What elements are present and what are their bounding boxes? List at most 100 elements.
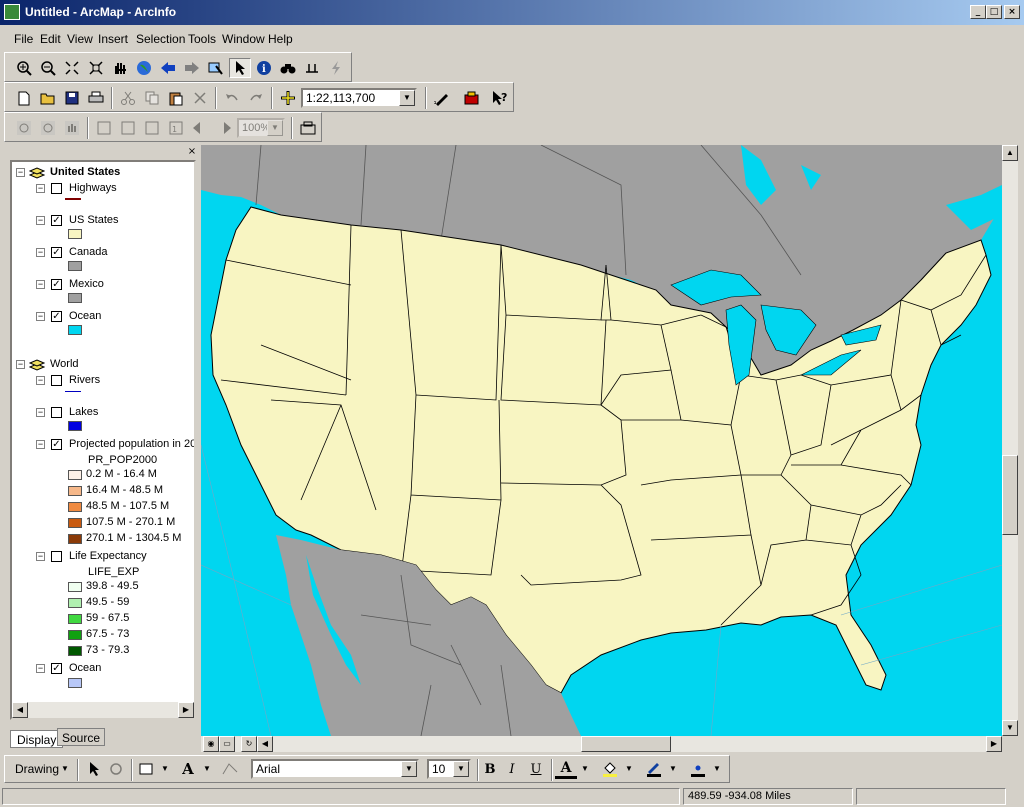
chevron-down-icon[interactable]: ▼	[61, 764, 69, 773]
layout-fixed-zoom-in-icon[interactable]	[93, 118, 115, 138]
scroll-right-icon[interactable]: ▶	[178, 702, 194, 718]
mexico-symbol[interactable]	[68, 293, 82, 303]
pop-class-swatch[interactable]	[68, 486, 82, 496]
back-arrow-icon[interactable]	[157, 58, 179, 78]
cut-scissors-icon[interactable]	[117, 88, 139, 108]
copy-icon[interactable]	[141, 88, 163, 108]
full-extent-globe-icon[interactable]	[133, 58, 155, 78]
menu-window[interactable]: Window	[222, 32, 265, 46]
open-folder-icon[interactable]	[37, 88, 59, 108]
layer-lakes[interactable]: Lakes	[69, 406, 98, 418]
italic-button[interactable]: I	[501, 759, 523, 779]
life-class-swatch[interactable]	[68, 582, 82, 592]
hyperlink-lightning-icon[interactable]	[325, 58, 347, 78]
marker-color-icon[interactable]	[687, 759, 709, 779]
rectangle-icon[interactable]	[135, 759, 157, 779]
identify-icon[interactable]: i	[253, 58, 275, 78]
tab-source[interactable]: Source	[57, 728, 106, 746]
layer-rivers[interactable]: Rivers	[69, 374, 100, 386]
layer-highways[interactable]: Highways	[69, 182, 117, 194]
layer-checkbox-us-states[interactable]: ✓	[51, 215, 62, 226]
layer-checkbox-rivers[interactable]	[51, 375, 62, 386]
collapse-icon[interactable]: −	[36, 216, 45, 225]
layer-life-expectancy[interactable]: Life Expectancy	[69, 550, 147, 562]
life-class-swatch[interactable]	[68, 598, 82, 608]
redo-icon[interactable]	[245, 88, 267, 108]
minimize-button[interactable]: _	[970, 5, 986, 19]
pop-class-swatch[interactable]	[68, 502, 82, 512]
life-class-swatch[interactable]	[68, 646, 82, 656]
menu-help[interactable]: Help	[268, 32, 293, 46]
fill-color-icon[interactable]	[599, 759, 621, 779]
chevron-down-icon[interactable]: ▼	[399, 90, 415, 106]
chevron-down-icon[interactable]: ▼	[453, 761, 469, 777]
fixed-zoom-in-icon[interactable]	[61, 58, 83, 78]
us-states-symbol[interactable]	[68, 229, 82, 239]
text-tool-icon[interactable]: A	[177, 759, 199, 779]
layout-zoom-in-icon[interactable]	[13, 118, 35, 138]
map-hscroll[interactable]: ◉ ▭ ↻ ◀ ▶	[201, 736, 1002, 752]
canada-symbol[interactable]	[68, 261, 82, 271]
ocean-us-symbol[interactable]	[68, 325, 82, 335]
drawing-menu[interactable]: Drawing	[15, 762, 59, 776]
print-icon[interactable]	[85, 88, 107, 108]
map-scale-combo[interactable]: 1:22,113,700 ▼	[301, 88, 417, 108]
rivers-symbol[interactable]	[65, 391, 81, 392]
menu-selection[interactable]: Selection	[136, 32, 185, 46]
menu-insert[interactable]: Insert	[98, 32, 128, 46]
life-class-swatch[interactable]	[68, 614, 82, 624]
zoom-in-icon[interactable]	[13, 58, 35, 78]
edit-vertices-icon[interactable]	[219, 759, 241, 779]
delete-x-icon[interactable]	[189, 88, 211, 108]
toggle-draft-mode-icon[interactable]	[297, 118, 319, 138]
find-binoculars-icon[interactable]	[277, 58, 299, 78]
scroll-right-icon[interactable]: ▶	[986, 736, 1002, 752]
layer-checkbox-ocean-us[interactable]: ✓	[51, 311, 62, 322]
toc-close-icon[interactable]: ×	[187, 147, 197, 157]
chevron-down-icon[interactable]: ▼	[713, 764, 721, 773]
pop-class-swatch[interactable]	[68, 518, 82, 528]
pan-hand-icon[interactable]	[109, 58, 131, 78]
font-size-combo[interactable]: 10 ▼	[427, 759, 471, 779]
paste-icon[interactable]	[165, 88, 187, 108]
layout-zoom-combo[interactable]: 100% ▼	[237, 118, 285, 138]
collapse-icon[interactable]: −	[36, 312, 45, 321]
collapse-icon[interactable]: −	[36, 664, 45, 673]
collapse-icon[interactable]: −	[36, 280, 45, 289]
layer-checkbox-mexico[interactable]: ✓	[51, 279, 62, 290]
select-arrow-icon[interactable]	[83, 759, 105, 779]
collapse-icon[interactable]: −	[36, 184, 45, 193]
zoom-out-icon[interactable]	[37, 58, 59, 78]
layer-checkbox-population[interactable]: ✓	[51, 439, 62, 450]
pop-class-swatch[interactable]	[68, 470, 82, 480]
scroll-up-icon[interactable]: ▲	[1002, 145, 1018, 161]
layer-checkbox-lakes[interactable]	[51, 407, 62, 418]
line-color-icon[interactable]	[643, 759, 665, 779]
menu-edit[interactable]: Edit	[40, 32, 61, 46]
editor-toolbar-icon[interactable]	[431, 88, 453, 108]
arcmap-app-icon[interactable]	[4, 4, 20, 20]
highways-symbol[interactable]	[65, 198, 81, 200]
collapse-icon[interactable]: −	[36, 552, 45, 561]
layer-us-states[interactable]: US States	[69, 214, 119, 226]
layout-forward-icon[interactable]	[213, 118, 235, 138]
pop-class-swatch[interactable]	[68, 534, 82, 544]
chevron-down-icon[interactable]: ▼	[669, 764, 677, 773]
font-color-button[interactable]: A	[555, 759, 577, 779]
layer-checkbox-canada[interactable]: ✓	[51, 247, 62, 258]
arctoolbox-icon[interactable]	[461, 88, 483, 108]
collapse-icon[interactable]: −	[36, 248, 45, 257]
hscroll-thumb[interactable]	[581, 736, 671, 752]
collapse-icon[interactable]: −	[36, 408, 45, 417]
new-document-icon[interactable]	[13, 88, 35, 108]
layer-projected-population[interactable]: Projected population in 20	[69, 438, 194, 450]
layer-checkbox-ocean-world[interactable]: ✓	[51, 663, 62, 674]
chevron-down-icon[interactable]: ▼	[203, 764, 211, 773]
whats-this-help-icon[interactable]: ?	[489, 88, 511, 108]
refresh-icon[interactable]: ↻	[241, 736, 257, 752]
close-button[interactable]: ×	[1004, 5, 1020, 19]
group-world[interactable]: World	[50, 358, 79, 370]
vscroll-thumb[interactable]	[1002, 455, 1018, 535]
layout-view-icon[interactable]: ▭	[219, 736, 235, 752]
layout-pan-icon[interactable]	[61, 118, 83, 138]
